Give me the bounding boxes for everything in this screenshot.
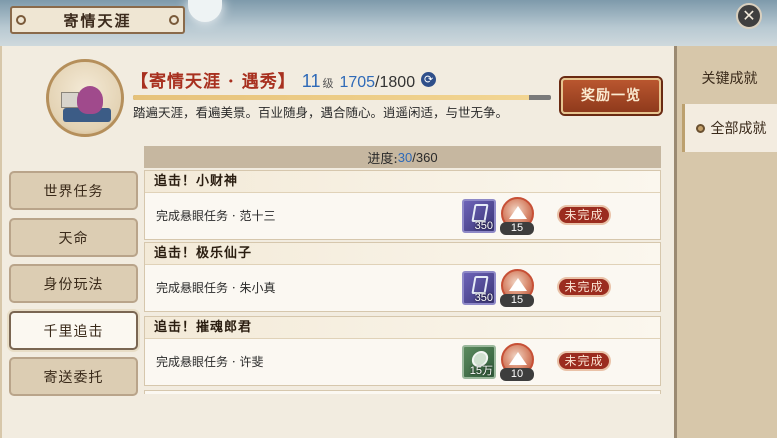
category-world-quests[interactable]: 世界任务 bbox=[9, 171, 138, 210]
task-title: 追击！极乐仙子 bbox=[145, 243, 660, 265]
category-label: 千里追击 bbox=[43, 323, 104, 340]
token-quantity: 10 bbox=[500, 368, 534, 381]
task-title: 追击！摧魂郎君 bbox=[145, 317, 660, 339]
status-badge: 未完成 bbox=[557, 205, 611, 225]
category-destiny[interactable]: 天命 bbox=[9, 218, 138, 257]
book-icon[interactable]: 350 bbox=[462, 199, 496, 233]
window-title: 寄情天涯 bbox=[63, 11, 132, 30]
token-quantity: 15 bbox=[500, 222, 534, 235]
refresh-icon[interactable]: ⟳ bbox=[421, 71, 437, 87]
task-desc: 完成悬眼任务 · 许斐 bbox=[156, 355, 264, 369]
book-icon[interactable]: 350 bbox=[462, 271, 496, 305]
tab-all-achievements[interactable]: 全部成就 bbox=[682, 104, 777, 152]
task-desc: 完成悬眼任务 · 范十三 bbox=[156, 209, 276, 223]
task-row bbox=[144, 390, 661, 394]
status-badge: 未完成 bbox=[557, 351, 611, 371]
category-label: 天命 bbox=[58, 230, 89, 247]
achievement-level: 11 bbox=[301, 71, 321, 91]
exp-current: 1705 bbox=[339, 74, 376, 91]
item-quantity: 350 bbox=[474, 220, 493, 232]
scroll-ornament-icon bbox=[16, 15, 26, 25]
status-badge: 未完成 bbox=[557, 277, 611, 297]
category-label: 世界任务 bbox=[43, 183, 104, 200]
task-row: 追击！小财神 完成悬眼任务 · 范十三 350 15 未完成 bbox=[144, 170, 661, 240]
category-label: 身份玩法 bbox=[43, 276, 104, 293]
exp-progress-bar bbox=[133, 95, 551, 100]
category-delivery[interactable]: 寄送委托 bbox=[9, 357, 138, 396]
achievement-header: 【寄情天涯 · 遇秀】 11 级 1705 /1800 ⟳ bbox=[131, 67, 437, 92]
mountain-coin-icon[interactable]: 10 bbox=[500, 343, 536, 381]
close-button[interactable]: ✕ bbox=[736, 3, 762, 29]
task-row: 追击！极乐仙子 完成悬眼任务 · 朱小真 350 15 未完成 bbox=[144, 242, 661, 312]
item-quantity: 15万 bbox=[469, 365, 493, 377]
tab-key-achievements[interactable]: 关键成就 bbox=[682, 54, 777, 102]
progress-header: 进度: 30 / 360 bbox=[144, 146, 661, 168]
category-pursuit[interactable]: 千里追击 bbox=[9, 311, 138, 350]
progress-current: 30 bbox=[397, 149, 413, 165]
task-row: 追击！摧魂郎君 完成悬眼任务 · 许斐 15万 10 未完成 bbox=[144, 316, 661, 386]
progress-total: 360 bbox=[415, 149, 438, 165]
achievement-avatar bbox=[46, 59, 124, 137]
item-quantity: 350 bbox=[474, 292, 493, 304]
level-unit: 级 bbox=[322, 77, 334, 90]
window-title-plaque: 寄情天涯 bbox=[10, 6, 185, 34]
tab-label: 关键成就 bbox=[701, 71, 758, 87]
task-desc: 完成悬眼任务 · 朱小真 bbox=[156, 281, 276, 295]
tab-label: 全部成就 bbox=[710, 121, 767, 137]
blossom-icon bbox=[77, 86, 103, 114]
mountain-coin-icon[interactable]: 15 bbox=[500, 269, 536, 307]
silver-coin-icon[interactable]: 15万 bbox=[462, 345, 496, 379]
category-label: 寄送委托 bbox=[43, 369, 104, 386]
reward-overview-button[interactable]: 奖励一览 bbox=[561, 78, 661, 114]
task-list[interactable]: 追击！小财神 完成悬眼任务 · 范十三 350 15 未完成 追击！极乐仙子 完… bbox=[144, 168, 661, 394]
exp-max: /1800 bbox=[375, 74, 416, 91]
mountain-coin-icon[interactable]: 15 bbox=[500, 197, 536, 235]
token-quantity: 15 bbox=[500, 294, 534, 307]
category-identity[interactable]: 身份玩法 bbox=[9, 264, 138, 303]
selected-dot-icon bbox=[695, 123, 705, 133]
achievement-name: 【寄情天涯 · 遇秀】 bbox=[131, 72, 296, 92]
scroll-ornament-icon bbox=[169, 15, 179, 25]
progress-label: 进度: bbox=[367, 151, 398, 167]
task-title: 追击！小财神 bbox=[145, 171, 660, 193]
achievement-description: 踏遍天涯，看遍美景。百业随身，遇合随心。逍遥闲适，与世无争。 bbox=[133, 105, 509, 120]
exp-progress-fill bbox=[133, 95, 529, 100]
